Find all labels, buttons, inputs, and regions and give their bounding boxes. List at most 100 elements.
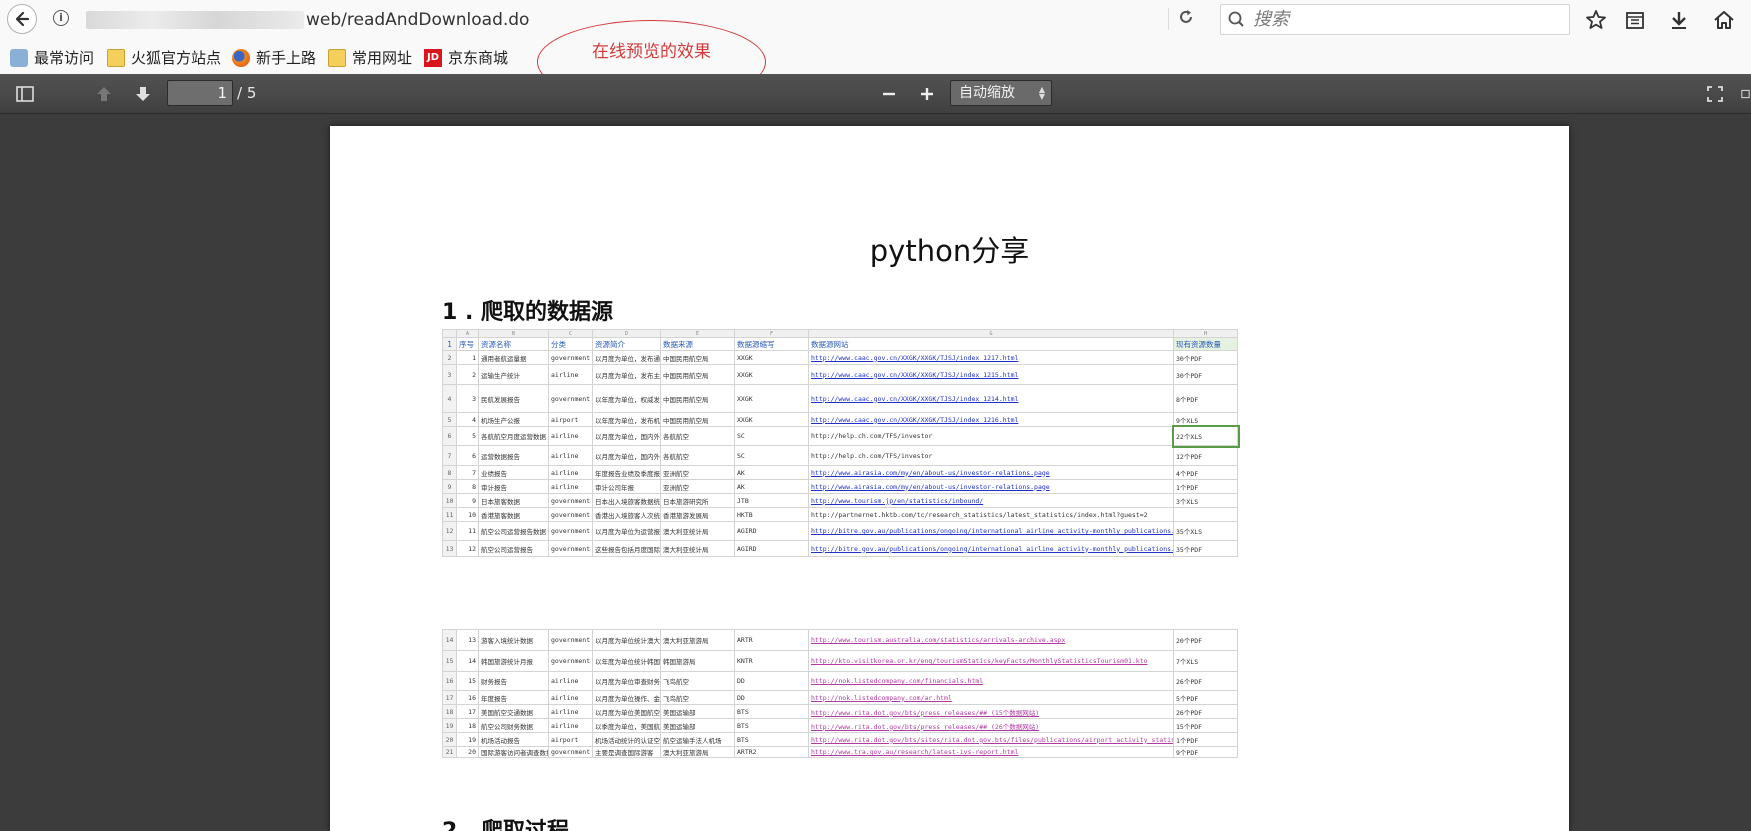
table-cell: 运营数据报告 [478,445,549,466]
firefox-icon [232,48,250,67]
tools-button[interactable] [1740,82,1751,106]
table-cell: BTS [734,718,809,733]
bookmarks-toolbar: 最常访问 火狐官方站点 新手上路 常用网址 JD 京东商城 [0,40,1751,74]
table-cell: 30个PDF [1173,350,1238,365]
table-cell: 4个PDF [1173,465,1238,480]
table-cell: 以月度为单位，国内外各航航空运营数据 [592,445,661,466]
sidebar-toggle-button[interactable] [13,82,37,106]
table-cell: 4 [442,384,457,413]
table-cell: 18 [442,704,457,719]
spreadsheet-image-part1: A B C D E F G H 1 序号 资源名称 分类 资源简介 数据来源 数据源缩写 数据源网站 现有资源数… [442,329,1240,557]
site-info-icon[interactable]: i [53,10,69,26]
download-icon[interactable] [1668,9,1690,31]
table-cell: 5 [442,412,457,427]
table-cell: http://bitre.gov.au/publications/ongoing… [808,521,1174,541]
search-input[interactable] [1251,8,1555,31]
table-cell: http://www.tra.gov.au/research/latest-iv… [808,746,1174,758]
table-cell: 澳大利亚统计局 [660,521,735,541]
table-cell: government [548,650,593,672]
most-visited-icon [10,48,28,67]
table-row: 32运输生产统计airline以月度为单位，发布主要运输生产统计指标中国民用航空… [442,364,1238,385]
table-cell: AGIRD [734,521,809,541]
table-cell: 14 [442,629,457,651]
table-cell: 5个PDF [1173,690,1238,705]
table-cell: 以月度为单位统计澳大利亚入境的旅游数据 [592,629,661,651]
table-cell: 7 [456,465,479,480]
table-cell: 16 [442,671,457,691]
table-cell: 亚洲航空 [660,465,735,480]
table-cell: 审计报告 [478,479,549,494]
bookmark-most-visited[interactable]: 最常访问 [10,47,94,68]
table-cell: 韩国旅游统计月报 [478,650,549,672]
table-cell: 以月度为单位，发布主要运输生产统计指标 [592,364,661,385]
bookmark-star-icon[interactable] [1585,9,1607,31]
jd-icon: JD [424,48,442,67]
table-cell: XXGK [734,364,809,385]
zoom-out-button[interactable] [877,82,901,106]
table-cell: 现有资源数量 [1173,337,1238,351]
minus-icon [883,92,895,96]
header-row: 1 序号 资源名称 分类 资源简介 数据来源 数据源缩写 数据源网站 现有资源数量 [442,337,1238,351]
table-cell: 澳大利亚统计局 [660,540,735,557]
previous-page-button[interactable] [92,82,116,106]
table-cell: F [734,329,809,338]
table-cell: airline [548,690,593,705]
table-cell: 13 [456,629,479,651]
table-cell: 8 [456,479,479,494]
table-cell: 10 [456,507,479,522]
folder-icon [107,48,125,67]
table-cell: 业绩报告 [478,465,549,480]
table-cell: government [548,629,593,651]
table-cell: 美国航空交通数据 [478,704,549,719]
table-cell: 机场生产公报 [478,412,549,427]
table-cell: 8个PDF [1173,384,1238,413]
library-icon[interactable] [1624,9,1646,31]
table-cell: 17 [456,704,479,719]
zoom-select[interactable]: 自动缩放 ▲ ▼ [950,80,1052,106]
column-letter-row: ABCDEFGH [442,329,1238,338]
blurred-host [86,10,304,29]
table-cell: 分类 [548,337,593,351]
table-cell: XXGK [734,384,809,413]
bookmark-label: 新手上路 [256,49,317,67]
table-cell: 22个XLS [1171,424,1240,448]
table-cell: 中国民用航空局 [660,384,735,413]
table-cell: H [1173,329,1238,338]
table-cell: 通用者航运量据 [478,350,549,365]
table-cell: government [548,507,593,522]
table-cell: http://bitre.gov.au/publications/ongoing… [808,540,1174,557]
search-box[interactable] [1220,4,1570,35]
table-cell: http://www.rita.dot.gov/bts/press_releas… [808,718,1174,733]
table-cell: 美国运输部 [660,718,735,733]
table-cell: 7个XLS [1173,650,1238,672]
table-cell: 20 [456,746,479,758]
back-button[interactable] [7,4,37,34]
table-cell: 以年度为单位，权威发布民航行业发展统计公报 [592,384,661,413]
table-cell: 7 [442,445,457,466]
table-cell: http://www.caac.gov.cn/XXGK/XXGK/TJSJ/in… [808,412,1174,427]
table-cell: 6 [456,445,479,466]
zoom-in-button[interactable] [915,82,939,106]
bookmark-jd[interactable]: JD 京东商城 [424,47,508,68]
table-cell: 航空公司运营报告数据 [478,521,549,541]
bookmark-firefox-official[interactable]: 火狐官方站点 [107,47,221,68]
table-cell: XXGK [734,350,809,365]
plus-icon [921,88,933,100]
folder-icon [328,48,346,67]
table-cell: http://kto.visitkorea.or.kr/eng/tourismS… [808,650,1174,672]
next-page-button[interactable] [131,82,155,106]
table-cell: 2 [442,350,457,365]
bookmark-getting-started[interactable]: 新手上路 [232,47,316,68]
presentation-mode-button[interactable] [1703,82,1727,106]
pdf-viewer[interactable]: python分享 1 . 爬取的数据源 A B C D E F G H 1 序号 资源名称 分类 资源简… [0,114,1751,831]
page-count: / 5 [237,84,257,102]
bookmark-common-sites[interactable]: 常用网址 [328,47,412,68]
home-icon[interactable] [1713,9,1735,31]
table-cell: 以季度为单位，美国航空公司财务数据 [592,718,661,733]
table-cell: JTB [734,493,809,508]
table-cell: 澳大利亚旅游局 [660,746,735,758]
arrow-up-icon [97,87,111,101]
page-number-input[interactable]: 1 [167,80,233,106]
table-cell: government [548,493,593,508]
reload-button[interactable] [1168,8,1199,30]
